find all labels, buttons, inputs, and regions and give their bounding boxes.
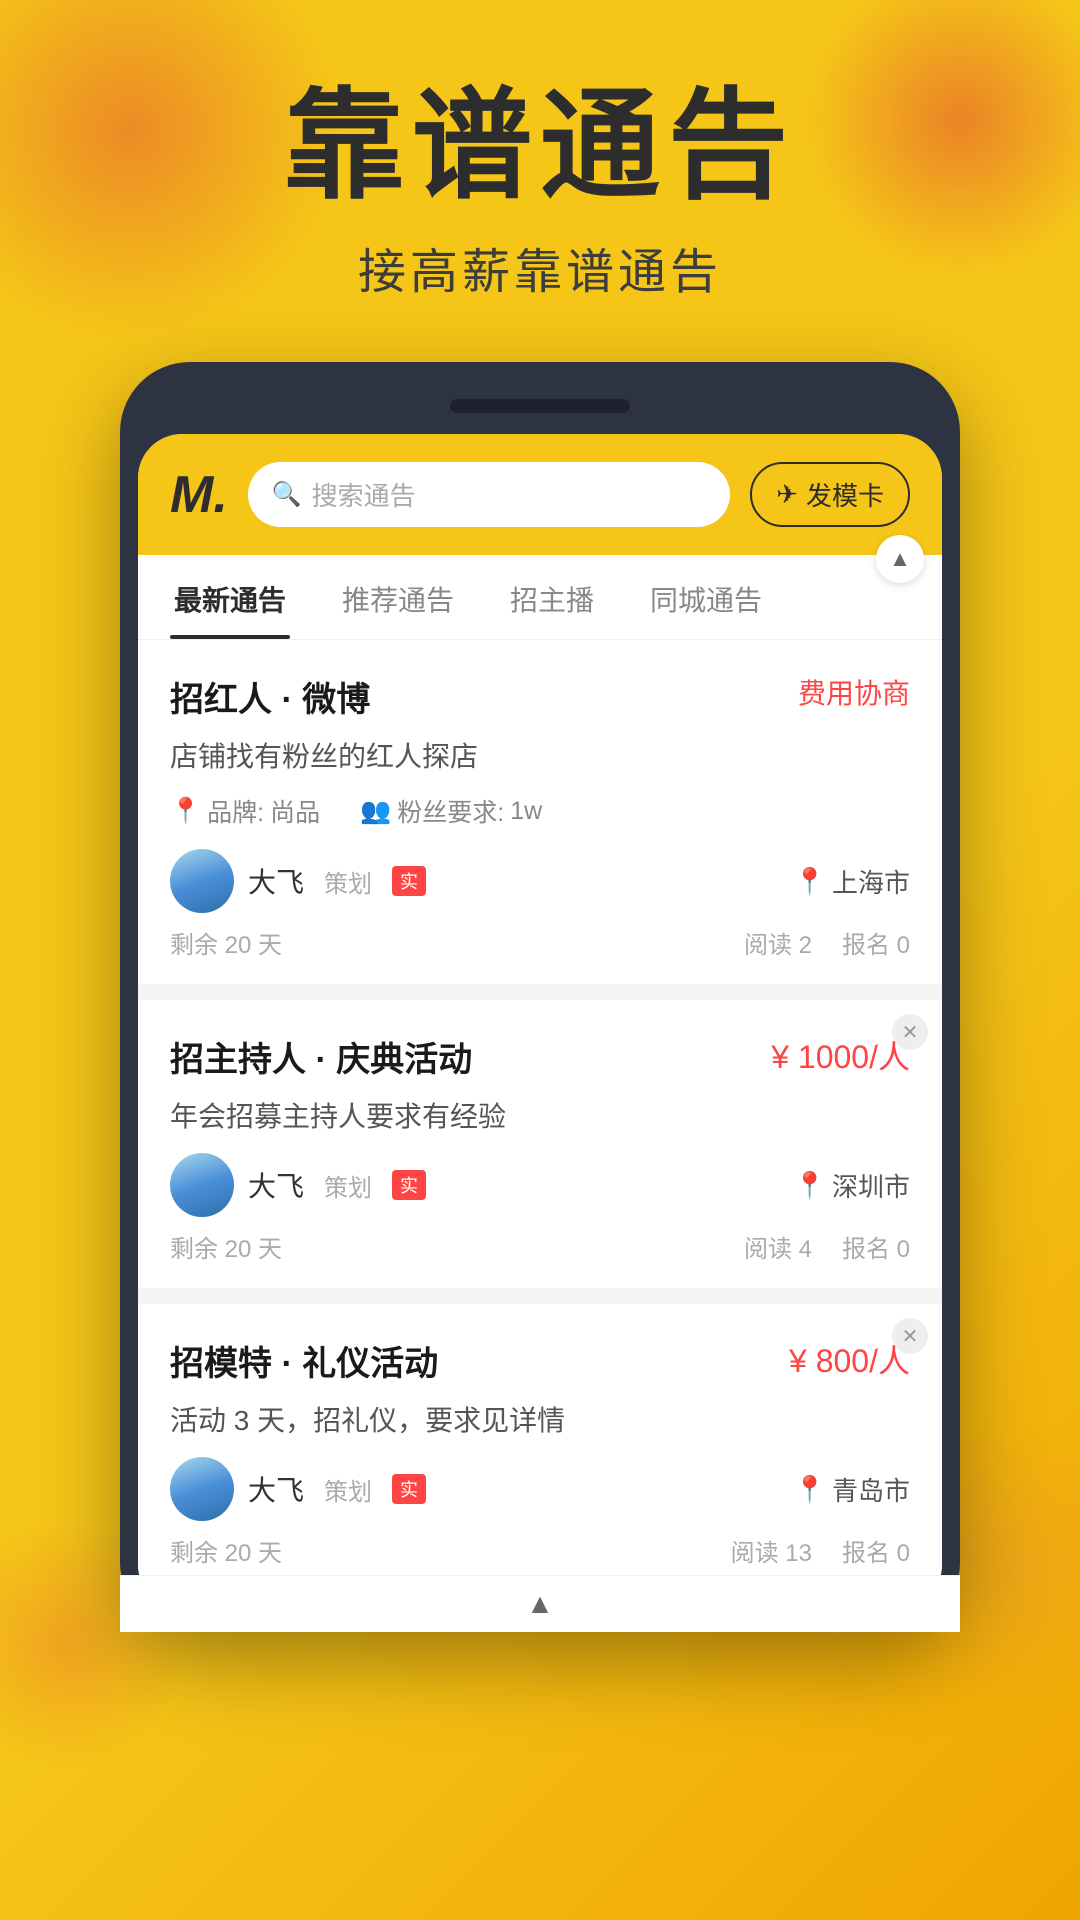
bottom-arrow-icon: ▲	[526, 1588, 554, 1608]
poster-role-3: 策划	[324, 1472, 372, 1507]
hero-title: 靠谱通告	[0, 80, 1080, 212]
applicants-3: 报名 0	[842, 1533, 910, 1568]
fans-label-1: 粉丝要求:	[397, 793, 504, 829]
job-desc-1: 店铺找有粉丝的红人探店	[170, 735, 910, 775]
phone-screen: M. 🔍 搜索通告 ✈ 发模卡 ▲ 最新通告 推荐通告	[138, 434, 942, 1608]
job-footer-1: 剩余 20 天 阅读 2 报名 0	[170, 925, 910, 960]
job-card-3-header: 招模特 · 礼仪活动 ¥ 800/人	[170, 1336, 910, 1385]
poster-role-1: 策划	[324, 864, 372, 899]
job-price-3: ¥ 800/人	[789, 1336, 910, 1382]
job-footer-3: 剩余 20 天 阅读 13 报名 0	[170, 1533, 910, 1568]
poster-info-3: 大飞 策划 实	[170, 1457, 426, 1521]
job-desc-3: 活动 3 天，招礼仪，要求见详情	[170, 1399, 910, 1439]
job-footer-2: 剩余 20 天 阅读 4 报名 0	[170, 1229, 910, 1264]
search-bar[interactable]: 🔍 搜索通告	[248, 462, 730, 527]
job-poster-row-2: 大飞 策划 实 📍 深圳市	[170, 1153, 910, 1217]
location-text-3: 青岛市	[832, 1471, 910, 1508]
footer-stats-1: 阅读 2 报名 0	[744, 925, 910, 960]
brand-label-1: 品牌:	[207, 793, 264, 829]
remaining-days-1: 剩余 20 天	[170, 925, 282, 960]
remaining-days-3: 剩余 20 天	[170, 1533, 282, 1568]
avatar-2	[170, 1153, 234, 1217]
avatar-inner-3	[170, 1457, 234, 1521]
fans-meta-1: 👥 粉丝要求: 1w	[360, 793, 542, 829]
verified-badge-1: 实	[392, 866, 426, 896]
footer-stats-2: 阅读 4 报名 0	[744, 1229, 910, 1264]
job-card-2[interactable]: ✕ 招主持人 · 庆典活动 ¥ 1000/人 年会招募主持人要求有经验 大飞 策…	[138, 1000, 942, 1288]
search-placeholder: 搜索通告	[312, 476, 416, 513]
fans-value-1: 1w	[510, 797, 542, 826]
close-button-3[interactable]: ✕	[892, 1318, 928, 1354]
avatar-inner-2	[170, 1153, 234, 1217]
footer-stats-3: 阅读 13 报名 0	[731, 1533, 910, 1568]
poster-name-2: 大飞	[248, 1165, 304, 1205]
job-poster-row-1: 大飞 策划 实 📍 上海市	[170, 849, 910, 913]
job-poster-row-3: 大飞 策划 实 📍 青岛市	[170, 1457, 910, 1521]
job-title-2: 招主持人 · 庆典活动	[170, 1032, 472, 1081]
post-button[interactable]: ✈ 发模卡	[750, 462, 910, 527]
poster-info-2: 大飞 策划 实	[170, 1153, 426, 1217]
close-button-2[interactable]: ✕	[892, 1014, 928, 1050]
hero-subtitle: 接高薪靠谱通告	[0, 232, 1080, 302]
job-price-2: ¥ 1000/人	[771, 1032, 910, 1078]
brand-meta-1: 📍 品牌: 尚品	[170, 793, 320, 829]
job-desc-2: 年会招募主持人要求有经验	[170, 1095, 910, 1135]
poster-name-1: 大飞	[248, 861, 304, 901]
job-card-2-header: 招主持人 · 庆典活动 ¥ 1000/人	[170, 1032, 910, 1081]
reads-1: 阅读 2	[744, 925, 812, 960]
tab-host[interactable]: 招主播	[506, 555, 598, 639]
location-1: 📍 上海市	[794, 863, 910, 900]
post-icon: ✈	[776, 479, 798, 510]
location-text-2: 深圳市	[832, 1167, 910, 1204]
job-card-1-header: 招红人 · 微博 费用协商	[170, 672, 910, 721]
phone-notch-area	[138, 386, 942, 426]
location-pin-icon-1: 📍	[794, 866, 826, 897]
app-header: M. 🔍 搜索通告 ✈ 发模卡	[138, 434, 942, 555]
fans-icon-1: 👥	[360, 797, 391, 826]
location-pin-icon-3: 📍	[794, 1474, 826, 1505]
location-2: 📍 深圳市	[794, 1167, 910, 1204]
poster-info-1: 大飞 策划 实	[170, 849, 426, 913]
phone-notch	[450, 399, 630, 413]
location-pin-icon-2: 📍	[794, 1170, 826, 1201]
job-list: 招红人 · 微博 费用协商 店铺找有粉丝的红人探店 📍 品牌: 尚品 👥 粉丝要…	[138, 640, 942, 1592]
applicants-1: 报名 0	[842, 925, 910, 960]
job-title-1: 招红人 · 微博	[170, 672, 370, 721]
applicants-2: 报名 0	[842, 1229, 910, 1264]
job-meta-1: 📍 品牌: 尚品 👥 粉丝要求: 1w	[170, 793, 910, 829]
location-text-1: 上海市	[832, 863, 910, 900]
location-icon-1: 📍	[170, 797, 201, 826]
job-card-3[interactable]: ✕ 招模特 · 礼仪活动 ¥ 800/人 活动 3 天，招礼仪，要求见详情 大飞…	[138, 1304, 942, 1592]
avatar-1	[170, 849, 234, 913]
job-title-3: 招模特 · 礼仪活动	[170, 1336, 438, 1385]
avatar-3	[170, 1457, 234, 1521]
tab-recommended[interactable]: 推荐通告	[338, 555, 458, 639]
brand-value-1: 尚品	[270, 793, 320, 829]
reads-3: 阅读 13	[731, 1533, 812, 1568]
tab-latest[interactable]: 最新通告	[170, 555, 290, 639]
phone-wrapper: M. 🔍 搜索通告 ✈ 发模卡 ▲ 最新通告 推荐通告	[0, 362, 1080, 1632]
tab-local[interactable]: 同城通告	[646, 555, 766, 639]
app-logo: M.	[170, 465, 228, 525]
location-3: 📍 青岛市	[794, 1471, 910, 1508]
avatar-inner-1	[170, 849, 234, 913]
post-label: 发模卡	[806, 476, 884, 513]
bottom-hint: ▲	[138, 1575, 942, 1608]
app-tabs: ▲ 最新通告 推荐通告 招主播 同城通告	[138, 555, 942, 640]
phone-frame: M. 🔍 搜索通告 ✈ 发模卡 ▲ 最新通告 推荐通告	[120, 362, 960, 1632]
poster-role-2: 策划	[324, 1168, 372, 1203]
job-card-1[interactable]: 招红人 · 微博 费用协商 店铺找有粉丝的红人探店 📍 品牌: 尚品 👥 粉丝要…	[138, 640, 942, 984]
remaining-days-2: 剩余 20 天	[170, 1229, 282, 1264]
search-icon: 🔍	[272, 480, 302, 509]
reads-2: 阅读 4	[744, 1229, 812, 1264]
verified-badge-3: 实	[392, 1474, 426, 1504]
poster-name-3: 大飞	[248, 1469, 304, 1509]
verified-badge-2: 实	[392, 1170, 426, 1200]
hero-section: 靠谱通告 接高薪靠谱通告	[0, 0, 1080, 302]
job-price-1: 费用协商	[798, 672, 910, 712]
scroll-top-button[interactable]: ▲	[876, 535, 924, 583]
